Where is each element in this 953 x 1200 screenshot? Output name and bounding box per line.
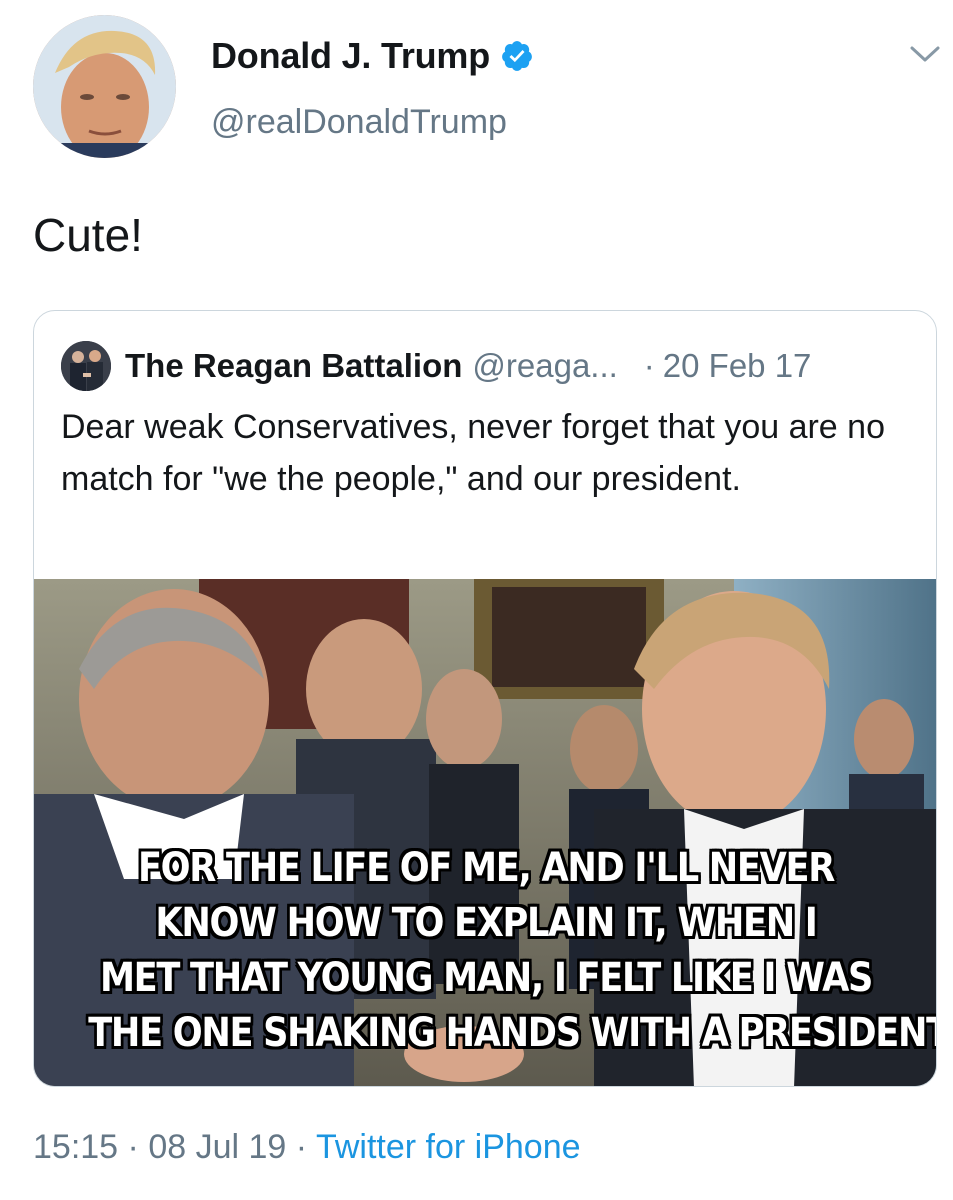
- tweet-source-link[interactable]: Twitter for iPhone: [316, 1128, 581, 1166]
- quoted-tweet-card[interactable]: The Reagan Battalion @reaga... · 20 Feb …: [33, 310, 937, 1087]
- tweet-time: 15:15: [33, 1128, 119, 1166]
- quoted-tweet-header: The Reagan Battalion @reaga... · 20 Feb …: [61, 341, 811, 391]
- quoted-tweet-date: 20 Feb 17: [662, 347, 812, 384]
- meme-caption-line: KNOW HOW TO EXPLAIN IT, WHEN I: [155, 900, 817, 946]
- author-handle[interactable]: @realDonaldTrump: [211, 100, 507, 144]
- tweet-date: 08 Jul 19: [148, 1128, 287, 1166]
- footer-separator: ·: [295, 1128, 308, 1166]
- author-display-name[interactable]: Donald J. Trump: [211, 34, 490, 78]
- quoted-date-separator: ·: [643, 347, 655, 384]
- meme-caption-line: THE ONE SHAKING HANDS WITH A PRESIDENT.: [88, 1010, 937, 1056]
- quoted-author-name: The Reagan Battalion: [125, 347, 463, 384]
- meme-caption-line: MET THAT YOUNG MAN, I FELT LIKE I WAS: [99, 955, 873, 1001]
- tweet-text: Cute!: [33, 209, 143, 261]
- verified-badge-icon: [502, 41, 532, 71]
- tweet-footer: 15:15 · 08 Jul 19 · Twitter for iPhone: [33, 1128, 581, 1167]
- quoted-tweet-text: Dear weak Conservatives, never forget th…: [61, 408, 885, 498]
- footer-separator: ·: [127, 1128, 139, 1166]
- author-name-row[interactable]: Donald J. Trump: [211, 34, 534, 78]
- meme-caption: FOR THE LIFE OF ME, AND I'LL NEVER KNOW …: [88, 841, 937, 1061]
- quoted-author-handle: @reaga...: [472, 347, 618, 384]
- author-avatar[interactable]: [33, 15, 176, 158]
- meme-caption-line: FOR THE LIFE OF ME, AND I'LL NEVER: [137, 845, 835, 891]
- quoted-tweet-image[interactable]: FOR THE LIFE OF ME, AND I'LL NEVER KNOW …: [34, 579, 937, 1086]
- quoted-author-avatar: [61, 341, 111, 391]
- chevron-down-icon[interactable]: [908, 40, 942, 66]
